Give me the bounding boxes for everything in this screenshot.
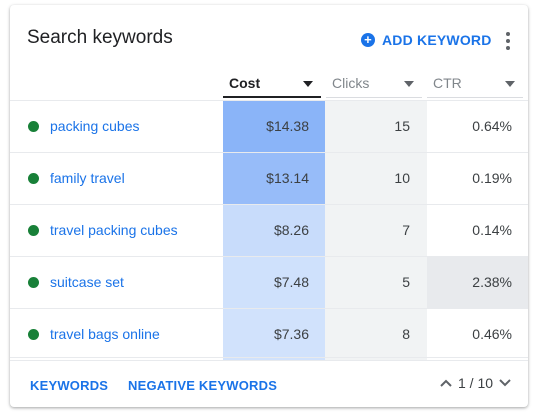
dropdown-arrow-icon <box>505 81 515 87</box>
column-header-cost[interactable]: Cost <box>223 71 321 98</box>
cost-cell: $8.26 <box>223 205 325 256</box>
chevron-down-icon[interactable] <box>497 375 513 391</box>
negative-keywords-link[interactable]: NEGATIVE KEYWORDS <box>128 378 277 393</box>
status-dot-icon <box>28 329 39 340</box>
keyword-link[interactable]: packing cubes <box>50 118 140 134</box>
dropdown-arrow-icon <box>404 81 414 87</box>
table-row: travel packing cubes $8.26 7 0.14% <box>10 205 528 257</box>
keyword-table: packing cubes $14.38 15 0.64% family tra… <box>10 100 528 361</box>
cost-cell: $7.48 <box>223 257 325 308</box>
clicks-cell: 8 <box>325 309 427 360</box>
card-title: Search keywords <box>27 27 173 48</box>
column-underline <box>223 96 321 98</box>
clicks-cell: 10 <box>325 153 427 204</box>
column-header-clicks[interactable]: Clicks <box>326 71 422 98</box>
ctr-cell: 2.38% <box>427 257 528 308</box>
table-row: travel bags online $7.36 8 0.46% <box>10 309 528 361</box>
keyword-link[interactable]: suitcase set <box>50 274 124 290</box>
column-label-clicks: Clicks <box>332 75 370 91</box>
column-header-ctr[interactable]: CTR <box>427 71 523 98</box>
cost-cell: $13.14 <box>223 153 325 204</box>
add-keyword-button[interactable]: + ADD KEYWORD <box>361 32 492 48</box>
column-label-ctr: CTR <box>433 75 462 91</box>
clicks-cell: 15 <box>325 101 427 152</box>
status-dot-icon <box>28 225 39 236</box>
table-row: family travel $13.14 10 0.19% <box>10 153 528 205</box>
status-dot-icon <box>28 277 39 288</box>
status-dot-icon <box>28 173 39 184</box>
ctr-cell: 0.64% <box>472 118 512 134</box>
keywords-link[interactable]: KEYWORDS <box>30 378 108 393</box>
column-label-cost: Cost <box>229 75 261 91</box>
keyword-link[interactable]: family travel <box>50 170 125 186</box>
keyword-link[interactable]: travel packing cubes <box>50 222 178 238</box>
pagination: 1 / 10 <box>438 375 513 391</box>
status-dot-icon <box>28 121 39 132</box>
add-keyword-label: ADD KEYWORD <box>382 32 492 48</box>
table-row: packing cubes $14.38 15 0.64% <box>10 100 528 153</box>
search-keywords-card: Search keywords + ADD KEYWORD Cost Click… <box>10 5 528 407</box>
column-underline <box>427 97 523 98</box>
clicks-cell: 5 <box>325 257 427 308</box>
cost-cell: $7.36 <box>223 309 325 360</box>
ctr-cell: 0.14% <box>472 222 512 238</box>
chevron-up-icon[interactable] <box>438 375 454 391</box>
add-circle-icon: + <box>361 33 375 47</box>
dropdown-arrow-icon <box>303 81 313 87</box>
page-indicator: 1 / 10 <box>458 375 494 391</box>
card-header: Search keywords + ADD KEYWORD <box>10 5 528 75</box>
cost-cell: $14.38 <box>223 101 325 152</box>
keyword-link[interactable]: travel bags online <box>50 326 160 342</box>
table-row: suitcase set $7.48 5 2.38% <box>10 257 528 309</box>
ctr-cell: 0.46% <box>472 326 512 342</box>
ctr-cell: 0.19% <box>472 170 512 186</box>
clicks-cell: 7 <box>325 205 427 256</box>
column-underline <box>326 97 422 98</box>
more-vert-icon[interactable] <box>500 30 516 52</box>
card-footer: KEYWORDS NEGATIVE KEYWORDS 1 / 10 <box>10 357 528 407</box>
